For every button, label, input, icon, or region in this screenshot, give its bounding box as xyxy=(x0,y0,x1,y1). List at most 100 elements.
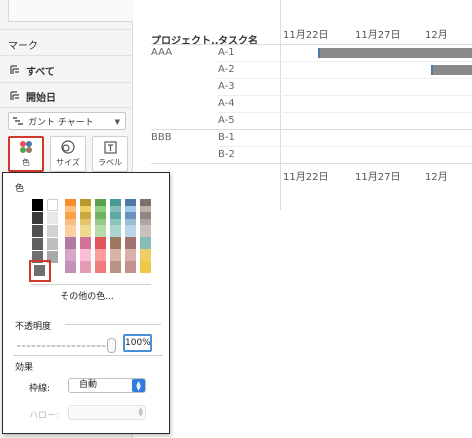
task-cell: A-1 xyxy=(218,47,235,58)
color-swatch[interactable] xyxy=(32,199,43,211)
halo-dropdown: ▲ ▼ xyxy=(68,405,146,420)
opacity-slider-handle[interactable] xyxy=(107,338,116,353)
color-swatch[interactable] xyxy=(110,249,121,261)
color-swatch[interactable] xyxy=(32,212,43,224)
task-cell: A-3 xyxy=(218,81,235,92)
multi-field-icon xyxy=(10,65,19,74)
opacity-section-label: 不透明度 xyxy=(15,322,52,332)
divider xyxy=(0,107,133,108)
mark-type-dropdown[interactable]: ガント チャート ▼ xyxy=(8,112,126,130)
color-swatch[interactable] xyxy=(80,261,91,273)
color-swatch[interactable] xyxy=(95,225,106,237)
color-swatch[interactable] xyxy=(47,225,58,237)
color-swatch[interactable] xyxy=(47,212,58,224)
project-cell: AAA xyxy=(151,47,173,58)
gantt-icon xyxy=(13,117,23,125)
color-swatch[interactable] xyxy=(140,249,151,261)
color-card-label: 色 xyxy=(22,158,30,167)
color-swatch[interactable] xyxy=(65,225,76,237)
color-swatch[interactable] xyxy=(140,237,151,249)
divider xyxy=(65,324,161,325)
border-value: 自動 xyxy=(79,380,98,390)
date-tick: 11月22日 xyxy=(283,172,329,183)
gantt-bar-a1[interactable] xyxy=(318,48,472,58)
color-swatch[interactable] xyxy=(95,249,106,261)
color-swatch[interactable] xyxy=(32,225,43,237)
color-swatch[interactable] xyxy=(65,237,76,249)
label-card-button[interactable]: ラベル xyxy=(92,136,128,172)
color-swatch[interactable] xyxy=(65,261,76,273)
color-swatch[interactable] xyxy=(80,249,91,261)
row-rule xyxy=(218,78,472,79)
color-swatch[interactable] xyxy=(32,238,43,250)
color-swatch[interactable] xyxy=(95,261,106,273)
date-tick: 11月27日 xyxy=(355,172,401,183)
marks-row-start-date[interactable]: 開始日 xyxy=(10,87,56,105)
gantt-bar-a2[interactable] xyxy=(431,65,472,75)
marks-row-label: 開始日 xyxy=(26,92,56,104)
color-swatch[interactable] xyxy=(110,261,121,273)
up-down-chevron-icon: ▲ ▼ xyxy=(138,406,143,418)
color-swatch[interactable] xyxy=(125,261,136,273)
footer-rule xyxy=(151,163,472,164)
color-swatch[interactable] xyxy=(47,238,58,250)
color-swatch[interactable] xyxy=(47,199,58,211)
date-tick: 11月27日 xyxy=(355,30,401,41)
size-card-label: サイズ xyxy=(56,158,80,167)
task-cell: A-2 xyxy=(218,64,235,75)
color-swatch[interactable] xyxy=(110,225,121,237)
divider xyxy=(0,82,133,83)
color-popup: 色 その他の色... 不透明度 効果 枠線: 自動 ▲▼ ハロー: ▲▼ xyxy=(2,172,170,434)
more-colors-button[interactable]: その他の色... xyxy=(3,289,171,302)
multi-field-icon xyxy=(10,91,19,100)
shelf-strip xyxy=(8,0,133,22)
size-circles-icon xyxy=(61,140,75,154)
effects-section-label: 効果 xyxy=(15,363,34,373)
group-rule xyxy=(151,129,472,130)
header-rule xyxy=(151,44,472,45)
color-swatch[interactable] xyxy=(80,225,91,237)
divider xyxy=(0,29,133,30)
task-cell: B-2 xyxy=(218,149,235,160)
mark-type-value: ガント チャート xyxy=(28,117,94,128)
row-rule xyxy=(218,146,472,147)
color-card-button[interactable]: 色 xyxy=(8,136,44,172)
date-tick: 11月22日 xyxy=(283,30,329,41)
halo-label: ハロー: xyxy=(29,411,60,421)
text-label-icon xyxy=(103,140,117,154)
task-cell: B-1 xyxy=(218,132,235,143)
date-tick: 12月 xyxy=(425,172,448,183)
opacity-slider-track[interactable] xyxy=(17,345,111,347)
marks-row-label: すべて xyxy=(26,66,55,78)
border-label: 枠線: xyxy=(29,384,51,394)
border-dropdown[interactable]: 自動 ▲ ▼ xyxy=(68,378,146,393)
color-swatch[interactable] xyxy=(140,261,151,273)
size-card-button[interactable]: サイズ xyxy=(50,136,86,172)
divider xyxy=(31,284,151,285)
axis-divider xyxy=(280,0,281,210)
divider xyxy=(0,55,133,56)
color-swatch[interactable] xyxy=(140,225,151,237)
color-swatch[interactable] xyxy=(95,237,106,249)
color-swatch[interactable] xyxy=(125,225,136,237)
opacity-input[interactable] xyxy=(123,334,152,352)
color-swatch[interactable] xyxy=(80,237,91,249)
up-down-chevron-icon: ▲ ▼ xyxy=(132,379,145,392)
label-card-label: ラベル xyxy=(98,157,122,167)
color-swatch[interactable] xyxy=(125,249,136,261)
color-swatch[interactable] xyxy=(65,249,76,261)
color-dots-icon xyxy=(20,141,32,153)
task-cell: A-5 xyxy=(218,115,235,126)
row-rule xyxy=(218,95,472,96)
chevron-down-icon: ▼ xyxy=(114,118,120,126)
row-rule xyxy=(218,112,472,113)
date-tick: 12月 xyxy=(425,30,448,41)
row-rule xyxy=(218,61,472,62)
gantt-view: 11月22日 11月27日 12月 11月22日 11月27日 12月 プロジェ… xyxy=(133,0,472,438)
project-cell: BBB xyxy=(151,132,172,143)
marks-row-all[interactable]: すべて xyxy=(10,61,55,79)
color-section-label: 色 xyxy=(15,184,25,194)
color-swatch[interactable] xyxy=(110,237,121,249)
divider xyxy=(13,355,163,356)
color-swatch[interactable] xyxy=(125,237,136,249)
